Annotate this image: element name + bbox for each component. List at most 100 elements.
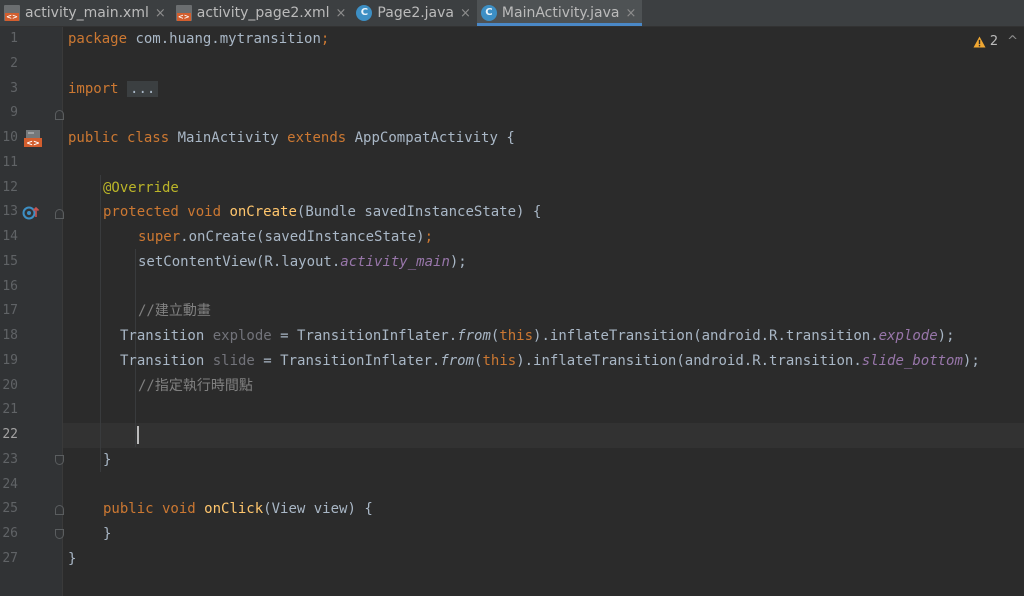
static-method: from <box>440 352 475 369</box>
line-number: 18 <box>2 328 18 343</box>
code-line-10[interactable]: public class MainActivity extends AppCom… <box>68 126 515 151</box>
close-icon[interactable]: × <box>460 6 471 21</box>
line-number: 27 <box>2 550 18 566</box>
method-name: onClick <box>204 501 264 518</box>
editor-tab-bar: activity_main.xml × activity_page2.xml ×… <box>0 0 1024 27</box>
brace: } <box>103 526 112 542</box>
tab-page2-java[interactable]: C Page2.java × <box>352 0 477 26</box>
comment: //建立動畫 <box>138 303 211 320</box>
line-number: 24 <box>2 476 18 492</box>
call-end: ); <box>449 253 467 270</box>
expr: ).inflateTransition(android.R.transition… <box>533 328 879 344</box>
call-end: ); <box>937 328 955 344</box>
expr: = TransitionInflater. <box>254 352 441 369</box>
close-icon[interactable]: × <box>626 6 637 21</box>
code-line-12[interactable]: @Override <box>103 176 179 201</box>
line-number: 9 <box>10 105 18 121</box>
xml-file-icon <box>4 5 20 21</box>
params: (Bundle savedInstanceState) { <box>296 204 542 221</box>
line-number: 11 <box>2 154 18 170</box>
line-number: 17 <box>2 303 18 319</box>
code-line-20[interactable]: //指定執行時間點 <box>138 374 253 399</box>
static-field: explode <box>878 328 938 344</box>
keyword: super <box>138 229 181 245</box>
code-line-1[interactable]: package com.huang.mytransition; <box>68 27 329 52</box>
java-class-icon: C <box>480 5 497 21</box>
superclass: AppCompatActivity { <box>346 130 515 146</box>
keyword: this <box>499 328 534 344</box>
tab-label: Page2.java <box>377 5 455 21</box>
warning-triangle-icon <box>973 36 986 47</box>
line-number: 12 <box>2 179 18 195</box>
tab-mainactivity-java[interactable]: C MainActivity.java × <box>476 0 643 26</box>
line-number-current: 22 <box>2 427 18 442</box>
line-number: 14 <box>2 229 18 244</box>
line-number: 1 <box>10 31 18 46</box>
line-number: 2 <box>10 55 18 71</box>
line-number: 15 <box>2 253 18 269</box>
inspection-widget[interactable]: 2 ^ <box>973 34 1018 49</box>
brace: } <box>68 550 77 567</box>
folded-imports[interactable]: ... <box>127 80 159 97</box>
warning-count: 2 <box>989 34 999 49</box>
semicolon: ; <box>424 229 434 245</box>
class-name: MainActivity <box>169 130 288 146</box>
tab-label: MainActivity.java <box>501 5 620 21</box>
call: .onCreate(savedInstanceState) <box>180 229 425 245</box>
android-activity-icon[interactable]: <> <box>24 130 44 147</box>
variable: explode <box>212 328 272 344</box>
line-number: 23 <box>2 451 18 467</box>
line-number: 21 <box>2 402 18 418</box>
tab-label: activity_page2.xml <box>196 5 330 21</box>
line-number: 26 <box>2 526 18 541</box>
close-icon[interactable]: × <box>155 6 166 21</box>
expr: = TransitionInflater. <box>271 328 458 344</box>
svg-text:<>: <> <box>26 139 39 148</box>
comment: //指定執行時間點 <box>138 377 253 394</box>
semicolon: ; <box>320 31 330 47</box>
code-line-27[interactable]: } <box>68 547 76 572</box>
line-number: 3 <box>10 80 18 96</box>
code-line-23[interactable]: } <box>103 448 111 473</box>
java-class-icon: C <box>356 5 373 21</box>
chevron-up-icon[interactable]: ^ <box>1007 34 1018 49</box>
method-name: onCreate <box>229 204 297 221</box>
keyword: this <box>482 352 517 369</box>
keyword: import <box>68 80 119 97</box>
code-line-3[interactable]: import ... <box>68 77 159 102</box>
variable: slide <box>212 352 255 369</box>
expr: ).inflateTransition(android.R.transition… <box>516 352 862 369</box>
editor-gutter[interactable]: 1 2 3 9 10 11 12 13 14 15 16 17 18 19 20… <box>0 27 64 596</box>
xml-file-icon <box>175 5 192 21</box>
close-icon[interactable]: × <box>336 6 347 21</box>
tab-activity-main-xml[interactable]: activity_main.xml × <box>0 0 172 26</box>
type: Transition <box>120 328 213 344</box>
text-caret <box>137 426 139 444</box>
code-line-18[interactable]: Transition explode = TransitionInflater.… <box>120 324 955 349</box>
tab-label: activity_main.xml <box>25 5 149 21</box>
current-line-highlight <box>63 423 1024 448</box>
indent-guide <box>100 175 101 472</box>
tab-activity-page2-xml[interactable]: activity_page2.xml × <box>172 0 353 26</box>
line-number: 10 <box>2 130 18 145</box>
override-method-icon[interactable] <box>22 205 40 221</box>
line-number: 25 <box>2 501 18 517</box>
code-line-26[interactable]: } <box>103 522 111 547</box>
line-number: 13 <box>2 204 18 220</box>
code-line-15[interactable]: setContentView(R.layout.activity_main); <box>138 250 467 275</box>
code-line-13[interactable]: protected void onCreate(Bundle savedInst… <box>103 200 541 225</box>
keyword: package <box>68 31 128 47</box>
code-line-25[interactable]: public void onClick(View view) { <box>103 497 373 522</box>
brace: } <box>103 451 112 468</box>
code-line-17[interactable]: //建立動畫 <box>138 299 211 324</box>
code-line-19[interactable]: Transition slide = TransitionInflater.fr… <box>120 349 980 374</box>
line-number: 16 <box>2 278 18 294</box>
code-editor[interactable]: package com.huang.mytransition; import .… <box>63 27 1024 596</box>
annotation: @Override <box>103 179 179 196</box>
static-field: activity_main <box>340 253 450 270</box>
code-line-14[interactable]: super.onCreate(savedInstanceState); <box>138 225 433 250</box>
keyword: public void <box>103 501 196 518</box>
static-method: from <box>457 328 491 344</box>
line-number: 19 <box>2 352 18 368</box>
keyword: protected void <box>103 204 222 221</box>
